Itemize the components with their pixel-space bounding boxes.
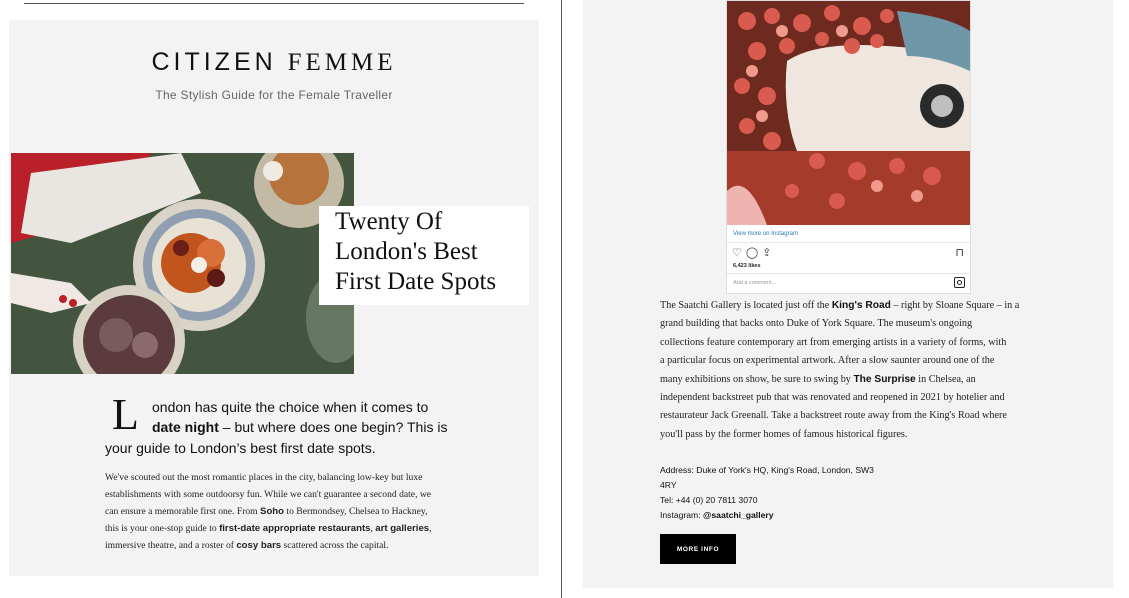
description-line-3: collections feature contemporary art fro… xyxy=(660,337,1007,348)
brand-logo[interactable]: CITIZEN FEMME xyxy=(9,48,539,77)
page-divider xyxy=(561,0,562,598)
body-line-5: immersive theatre, and a roster of cosy … xyxy=(105,540,389,551)
body-line-4: this is your one-stop guide to first-dat… xyxy=(105,523,432,534)
description-line-8: you'll pass by the former homes of famou… xyxy=(660,429,908,440)
link-art-galleries[interactable]: art galleries xyxy=(375,523,429,534)
likes-count: 6,423 likes xyxy=(733,263,761,269)
brand-tagline: The Stylish Guide for the Female Travell… xyxy=(155,88,393,102)
share-icon[interactable]: ⇪ xyxy=(762,247,775,259)
date-night-emphasis: date night xyxy=(152,419,219,435)
comment-icon[interactable]: ◯ xyxy=(746,247,762,259)
address-line-2: 4RY xyxy=(660,480,677,490)
headline-line-2: London's Best xyxy=(335,238,478,265)
description-line-2: grand building that backs onto Duke of Y… xyxy=(660,318,973,329)
address-line-1: Address: Duke of York's HQ, King's Road,… xyxy=(660,465,874,475)
instagram-handle-line: Instagram: @saatchi_gallery xyxy=(660,510,774,520)
description-line-7: restaurateur Jack Greenall. Take a backs… xyxy=(660,410,1007,421)
article-headline[interactable]: Twenty Of London's Best First Date Spots xyxy=(319,206,529,305)
heart-icon[interactable]: ♡ xyxy=(732,247,746,259)
instagram-action-icons: ♡◯⇪ xyxy=(732,246,775,259)
embed-divider-2 xyxy=(727,273,970,274)
embed-divider xyxy=(727,242,970,243)
drop-cap: L xyxy=(112,390,139,439)
link-first-date-restaurants[interactable]: first-date appropriate restaurants xyxy=(219,523,370,534)
hero-image-dinner-table[interactable] xyxy=(11,153,354,374)
description-line-6: independent backstreet pub that was reno… xyxy=(660,392,1005,403)
intro-line-1: ondon has quite the choice when it comes… xyxy=(152,399,429,415)
link-cosy-bars[interactable]: cosy bars xyxy=(236,540,281,551)
top-rule xyxy=(24,3,524,4)
instagram-logo-icon[interactable] xyxy=(954,277,965,288)
description-line-1: The Saatchi Gallery is located just off … xyxy=(660,300,1020,311)
description-line-4: a particular focus on experimental artwo… xyxy=(660,355,995,366)
intro-line-2: date night – but where does one begin? T… xyxy=(152,419,448,435)
instagram-embed[interactable]: View more on Instagram ♡◯⇪ ⊓ 6,423 likes… xyxy=(726,0,971,294)
view-more-on-instagram-link[interactable]: View more on Instagram xyxy=(733,231,798,237)
instagram-handle-link[interactable]: @saatchi_gallery xyxy=(703,510,773,520)
body-line-2: establishments with some outdoorsy fun. … xyxy=(105,489,432,500)
add-comment-input[interactable]: Add a comment... xyxy=(733,280,776,286)
instagram-photo-roses-car[interactable] xyxy=(727,1,970,225)
link-the-surprise[interactable]: The Surprise xyxy=(853,374,915,385)
body-line-1: We've scouted out the most romantic plac… xyxy=(105,472,423,483)
intro-line-3: your guide to London’s best first date s… xyxy=(105,440,376,456)
headline-line-3: First Date Spots xyxy=(335,268,497,295)
headline-line-1: Twenty Of xyxy=(335,208,443,235)
newsletter-card: CITIZEN FEMME The Stylish Guide for the … xyxy=(9,20,539,576)
body-line-3: can ensure a memorable first one. From S… xyxy=(105,506,428,517)
venue-card: View more on Instagram ♡◯⇪ ⊓ 6,423 likes… xyxy=(583,0,1113,588)
more-info-button[interactable]: MORE INFO xyxy=(660,534,736,564)
link-kings-road[interactable]: King's Road xyxy=(832,300,891,311)
bookmark-icon[interactable]: ⊓ xyxy=(955,246,964,259)
description-line-5: many exhibitions on show, be sure to swi… xyxy=(660,374,976,385)
telephone: Tel: +44 (0) 20 7811 3070 xyxy=(660,495,758,505)
link-soho[interactable]: Soho xyxy=(260,506,284,517)
